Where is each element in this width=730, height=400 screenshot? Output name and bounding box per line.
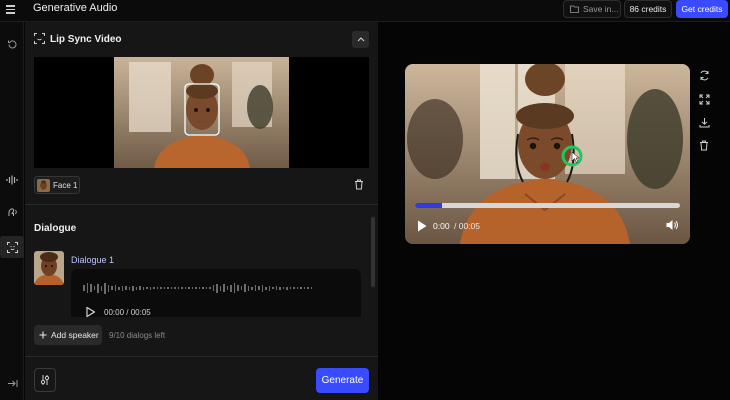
avatar bbox=[34, 251, 64, 285]
waveform bbox=[83, 282, 312, 294]
lip-sync-video-thumbnail[interactable] bbox=[34, 57, 369, 168]
dialogue-title: Dialogue bbox=[34, 223, 77, 234]
save-in-button[interactable]: Save in... bbox=[563, 0, 621, 18]
generate-button[interactable]: Generate bbox=[316, 368, 369, 393]
face-chip-label: Face 1 bbox=[53, 180, 78, 190]
download-icon[interactable] bbox=[697, 115, 711, 129]
app-title: Generative Audio bbox=[33, 2, 118, 14]
sliders-icon bbox=[40, 375, 50, 385]
waveform-icon[interactable] bbox=[4, 172, 20, 188]
left-rail bbox=[0, 22, 24, 400]
top-bar: Generative Audio Save in... 86 credits G… bbox=[0, 0, 730, 22]
add-speaker-button[interactable]: Add speaker bbox=[34, 325, 102, 345]
video-frame bbox=[405, 64, 690, 244]
video-progress-bar[interactable] bbox=[415, 203, 680, 208]
editor-panel: Lip Sync Video Face 1 Dialogue Dialogue … bbox=[25, 22, 378, 400]
trash-icon[interactable] bbox=[697, 138, 711, 152]
volume-icon[interactable] bbox=[666, 219, 679, 231]
collapse-button[interactable] bbox=[352, 31, 369, 48]
dialogs-left-count: 9/10 dialogs left bbox=[109, 331, 166, 340]
credits-badge[interactable]: 86 credits bbox=[624, 0, 672, 18]
refresh-icon[interactable] bbox=[697, 68, 711, 82]
get-credits-button[interactable]: Get credits bbox=[676, 0, 728, 18]
audio-current-time: 00:00 bbox=[104, 308, 125, 317]
lip-sync-icon bbox=[34, 33, 45, 44]
audio-timestamp: 00:00 / 00:05 bbox=[104, 308, 151, 317]
video-player[interactable]: 0:00 / 00:05 bbox=[405, 64, 690, 244]
play-icon[interactable] bbox=[417, 220, 427, 232]
history-icon[interactable] bbox=[4, 36, 20, 52]
chevron-up-icon bbox=[357, 37, 364, 42]
voice-icon[interactable] bbox=[4, 204, 20, 220]
audio-clip: 00:00 / 00:05 bbox=[71, 269, 361, 317]
footer-divider bbox=[25, 356, 378, 357]
face-chip[interactable]: Face 1 bbox=[34, 176, 80, 194]
menu-icon[interactable] bbox=[3, 3, 17, 17]
trash-icon[interactable] bbox=[354, 179, 364, 190]
save-in-label: Save in... bbox=[583, 4, 619, 14]
add-speaker-label: Add speaker bbox=[51, 330, 99, 340]
fullscreen-icon[interactable] bbox=[697, 92, 711, 106]
face-scan-icon[interactable] bbox=[0, 236, 24, 258]
folder-icon bbox=[570, 5, 579, 13]
expand-icon[interactable] bbox=[4, 375, 20, 391]
app-window: Generative Audio Save in... 86 credits G… bbox=[0, 0, 730, 400]
face-thumbnail bbox=[37, 178, 50, 192]
speaker-name[interactable]: Dialogue 1 bbox=[71, 255, 114, 265]
video-current-time: 0:00 bbox=[433, 221, 450, 231]
play-icon[interactable] bbox=[86, 307, 95, 317]
scrollbar[interactable] bbox=[371, 217, 375, 287]
video-duration: / 00:05 bbox=[454, 221, 480, 231]
plus-icon bbox=[39, 331, 47, 339]
lip-sync-title: Lip Sync Video bbox=[50, 34, 122, 45]
settings-button[interactable] bbox=[34, 368, 56, 392]
video-progress-fill bbox=[415, 203, 442, 208]
section-divider bbox=[25, 204, 378, 205]
audio-duration: / 00:05 bbox=[126, 308, 151, 317]
